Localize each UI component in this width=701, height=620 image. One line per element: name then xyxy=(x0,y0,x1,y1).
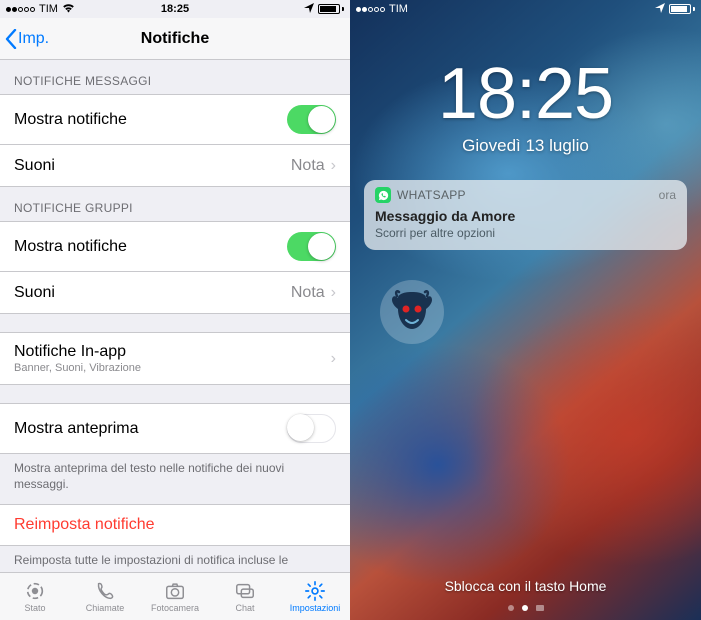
tab-status[interactable]: Stato xyxy=(0,573,70,620)
signal-icon xyxy=(356,7,385,12)
lock-date: Giovedì 13 luglio xyxy=(350,136,701,156)
row-show-preview[interactable]: Mostra anteprima xyxy=(0,403,350,454)
toggle-groups-show[interactable] xyxy=(287,232,336,261)
notification-app-name: WHATSAPP xyxy=(397,188,653,202)
carrier-label: TIM xyxy=(389,3,408,15)
toggle-show-preview[interactable] xyxy=(287,414,336,443)
tab-label: Chat xyxy=(235,603,254,613)
unlock-hint: Sblocca con il tasto Home xyxy=(350,578,701,594)
tab-chat[interactable]: Chat xyxy=(210,573,280,620)
location-icon xyxy=(655,3,665,16)
phone-icon xyxy=(93,580,117,602)
camera-dot-icon xyxy=(536,605,544,611)
chevron-right-icon: › xyxy=(331,284,336,302)
status-bar: TIM xyxy=(350,0,701,18)
section-header-groups: NOTIFICHE GRUPPI xyxy=(0,187,350,221)
cell-label: Mostra notifiche xyxy=(14,111,127,129)
gear-icon xyxy=(303,580,327,602)
settings-list[interactable]: NOTIFICHE MESSAGGI Mostra notifiche Suon… xyxy=(0,60,350,572)
back-label: Imp. xyxy=(18,30,49,48)
cell-subtitle: Banner, Suoni, Vibrazione xyxy=(14,362,141,374)
cell-label: Suoni xyxy=(14,157,55,175)
chevron-left-icon xyxy=(4,29,18,49)
back-button[interactable]: Imp. xyxy=(4,29,49,49)
tab-settings[interactable]: Impostazioni xyxy=(280,573,350,620)
carrier-label: TIM xyxy=(39,3,58,15)
lock-screen: TIM 18:25 Giovedì 13 luglio WHATSAPP ora… xyxy=(350,0,701,620)
status-icon xyxy=(23,580,47,602)
tab-label: Fotocamera xyxy=(151,603,199,613)
row-groups-show[interactable]: Mostra notifiche xyxy=(0,221,350,272)
chat-icon xyxy=(233,580,257,602)
notification-time: ora xyxy=(659,188,676,202)
signal-icon xyxy=(6,7,35,12)
battery-icon xyxy=(318,4,344,14)
notification-title: Messaggio da Amore xyxy=(375,208,676,224)
lock-time: 18:25 xyxy=(350,58,701,130)
cell-label: Suoni xyxy=(14,284,55,302)
cell-value: Nota xyxy=(291,157,325,175)
wifi-icon xyxy=(62,3,75,16)
tab-label: Stato xyxy=(24,603,45,613)
section-footer-preview: Mostra anteprima del testo nelle notific… xyxy=(0,454,350,504)
row-reset-notifications[interactable]: Reimposta notifiche xyxy=(0,504,350,546)
location-icon xyxy=(304,3,314,16)
toggle-messages-show[interactable] xyxy=(287,105,336,134)
whatsapp-icon xyxy=(375,187,391,203)
camera-icon xyxy=(163,580,187,602)
chevron-right-icon: › xyxy=(331,350,336,368)
section-header-messages: NOTIFICHE MESSAGGI xyxy=(0,60,350,94)
battery-icon xyxy=(669,4,695,14)
tab-label: Chiamate xyxy=(86,603,125,613)
page-title: Notifiche xyxy=(141,30,209,48)
tab-calls[interactable]: Chiamate xyxy=(70,573,140,620)
cell-label: Mostra notifiche xyxy=(14,238,127,256)
status-bar: TIM 18:25 xyxy=(0,0,350,18)
cell-label: Notifiche In-app xyxy=(14,343,141,361)
cell-label: Mostra anteprima xyxy=(14,420,139,438)
section-footer-reset: Reimposta tutte le impostazioni di notif… xyxy=(0,546,350,572)
tab-label: Impostazioni xyxy=(290,603,341,613)
chevron-right-icon: › xyxy=(331,157,336,175)
status-time: 18:25 xyxy=(161,3,189,15)
lockscreen-notification[interactable]: WHATSAPP ora Messaggio da Amore Scorri p… xyxy=(364,180,687,250)
tab-camera[interactable]: Fotocamera xyxy=(140,573,210,620)
nav-bar: Imp. Notifiche xyxy=(0,18,350,60)
cell-label: Reimposta notifiche xyxy=(14,516,155,534)
row-inapp-notifications[interactable]: Notifiche In-app Banner, Suoni, Vibrazio… xyxy=(0,332,350,385)
settings-screen: TIM 18:25 Imp. Notifiche NOTIFICHE MESSA… xyxy=(0,0,350,620)
tab-bar: Stato Chiamate Fotocamera Chat Impostazi… xyxy=(0,572,350,620)
lock-clock: 18:25 Giovedì 13 luglio xyxy=(350,58,701,156)
row-groups-sounds[interactable]: Suoni Nota › xyxy=(0,272,350,314)
page-indicator xyxy=(350,605,701,611)
watermark-icon xyxy=(380,280,444,344)
notification-subtitle: Scorri per altre opzioni xyxy=(375,226,676,240)
cell-value: Nota xyxy=(291,284,325,302)
row-messages-sounds[interactable]: Suoni Nota › xyxy=(0,145,350,187)
row-messages-show[interactable]: Mostra notifiche xyxy=(0,94,350,145)
